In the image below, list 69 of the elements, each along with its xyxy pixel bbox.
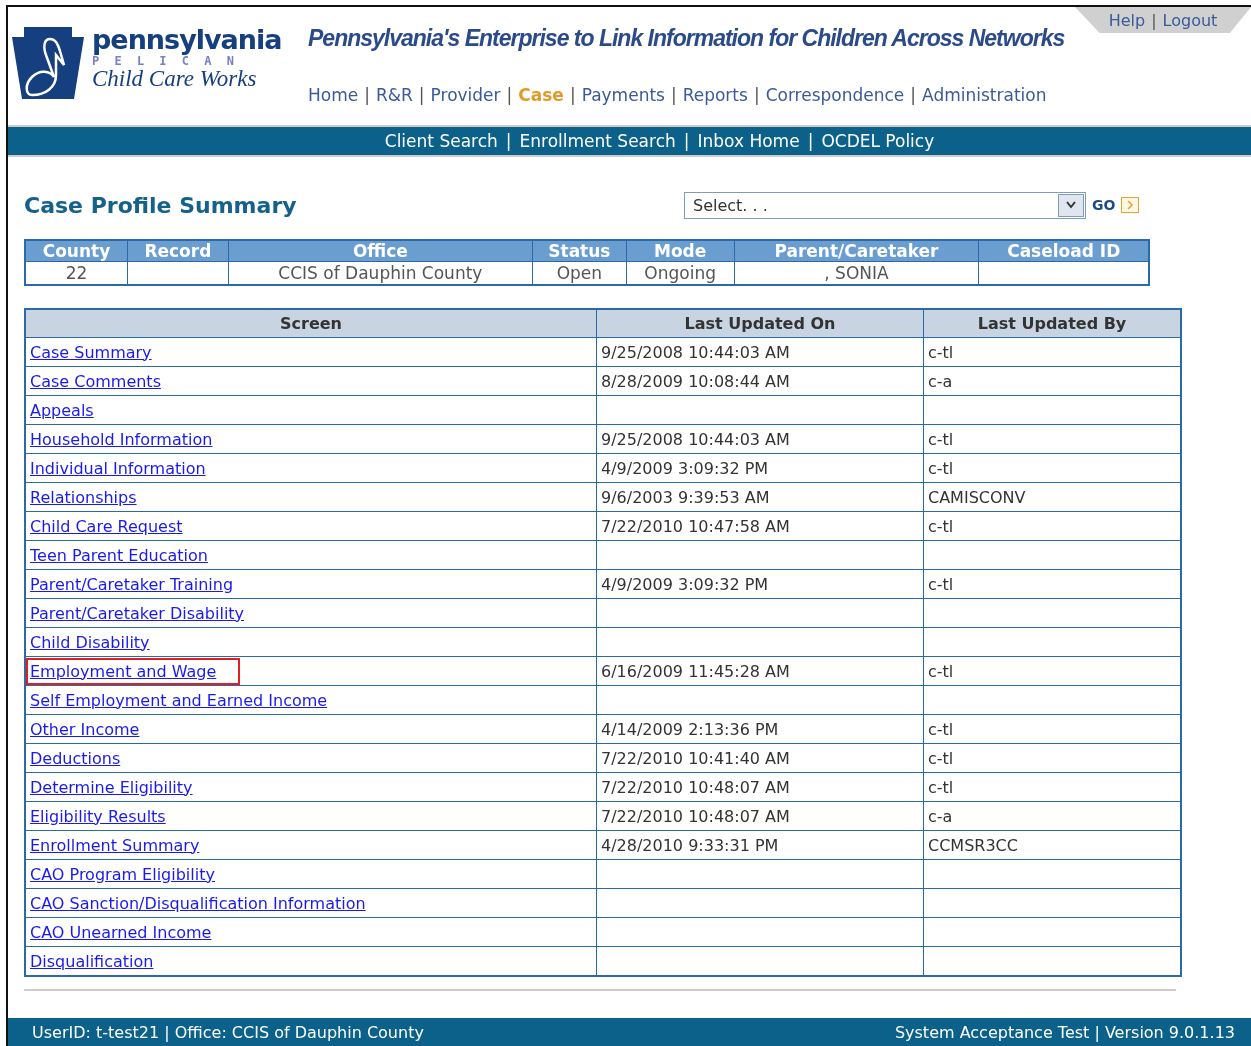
top-link[interactable]: Logout xyxy=(1162,10,1218,30)
logo-subtitle: P E L I C A N xyxy=(92,55,238,67)
column-header: Mode xyxy=(626,240,735,262)
screen-link[interactable]: Appeals xyxy=(30,400,94,420)
column-header: County xyxy=(25,240,128,262)
table-cell: 4/14/2009 2:13:36 PM xyxy=(596,714,924,744)
table-cell: 4/9/2009 3:09:32 PM xyxy=(596,569,924,599)
caret-icon xyxy=(1058,193,1084,217)
separator: | xyxy=(683,131,690,151)
column-header: Office xyxy=(228,240,533,262)
separator: | xyxy=(1151,10,1157,30)
version-info: System Acceptance Test | Version 9.0.1.13 xyxy=(894,1022,1235,1042)
column-header: Record xyxy=(127,240,229,262)
table-cell: 4/9/2009 3:09:32 PM xyxy=(596,453,924,483)
screen-link[interactable]: Relationships xyxy=(30,487,137,507)
table-cell: 9/6/2003 9:39:53 AM xyxy=(596,482,924,512)
column-header: Caseload ID xyxy=(978,240,1149,262)
nav-link[interactable]: Reports xyxy=(682,85,748,105)
separator: | xyxy=(807,131,814,151)
column-header: Screen xyxy=(25,309,597,338)
separator: | xyxy=(505,131,512,151)
nav-link[interactable]: Administration xyxy=(922,85,1047,105)
table-cell: 9/25/2008 10:44:03 AM xyxy=(596,337,924,367)
column-header: Last Updated By xyxy=(923,309,1181,338)
separator: | xyxy=(753,85,760,105)
screen-link[interactable]: Disqualification xyxy=(30,951,154,971)
page-title: Case Profile Summary xyxy=(24,192,298,218)
nav-link[interactable]: Payments xyxy=(581,85,665,105)
table-cell: 8/28/2009 10:08:44 AM xyxy=(596,366,924,396)
screen-link[interactable]: Case Summary xyxy=(30,342,152,362)
column-header: Last Updated On xyxy=(596,309,924,338)
nav-link[interactable]: R&R xyxy=(375,85,413,105)
table-cell: 7/22/2010 10:48:07 AM xyxy=(596,772,924,802)
column-header: Parent/Caretaker xyxy=(734,240,979,262)
nav-link[interactable]: Correspondence xyxy=(765,85,905,105)
table-cell: 7/22/2010 10:47:58 AM xyxy=(596,511,924,541)
screen-link[interactable]: Eligibility Results xyxy=(30,806,166,826)
table-cell: 7/22/2010 10:48:07 AM xyxy=(596,801,924,831)
sub-nav-link[interactable]: Client Search xyxy=(384,131,498,151)
table-cell: 7/22/2010 10:41:40 AM xyxy=(596,743,924,773)
column-header: Status xyxy=(532,240,627,262)
table-cell: 9/25/2008 10:44:03 AM xyxy=(596,424,924,454)
separator: | xyxy=(670,85,677,105)
separator: | xyxy=(569,85,576,105)
table-cell: 6/16/2009 11:45:28 AM xyxy=(596,656,924,686)
screen-link[interactable]: Deductions xyxy=(30,748,121,768)
screen-link[interactable]: Child Care Request xyxy=(30,516,183,536)
sub-nav-link[interactable]: Inbox Home xyxy=(697,131,800,151)
go-button[interactable]: GO xyxy=(1092,197,1116,213)
user-info: UserID: t-test21 | Office: CCIS of Dauphin County xyxy=(32,1022,424,1042)
nav-link[interactable]: Provider xyxy=(430,85,501,105)
table-cell: 4/28/2010 9:33:31 PM xyxy=(596,830,924,860)
screen-link[interactable]: Other Income xyxy=(30,719,140,739)
sub-nav-link[interactable]: OCDEL Policy xyxy=(821,131,935,151)
logo-program-name: Child Care Works xyxy=(92,67,258,91)
top-link[interactable]: Help xyxy=(1108,10,1146,30)
screen-link[interactable]: Enrollment Summary xyxy=(30,835,200,855)
screen-link[interactable]: Case Comments xyxy=(30,371,161,391)
separator: | xyxy=(506,85,513,105)
separator: | xyxy=(364,85,370,105)
screen-link[interactable]: Child Disability xyxy=(30,632,150,652)
site-tagline: Pennsylvania's Enterprise to Link Information for Children Across Networks xyxy=(308,25,1065,53)
logo-wordmark: pennsylvania xyxy=(92,25,282,55)
nav-link[interactable]: Home xyxy=(308,85,359,105)
screen-link[interactable]: Determine Eligibility xyxy=(30,777,193,797)
separator: | xyxy=(418,85,425,105)
sub-nav-link[interactable]: Enrollment Search xyxy=(519,131,676,151)
separator: | xyxy=(910,85,917,105)
action-dropdown[interactable]: Select. . . xyxy=(684,191,1086,219)
